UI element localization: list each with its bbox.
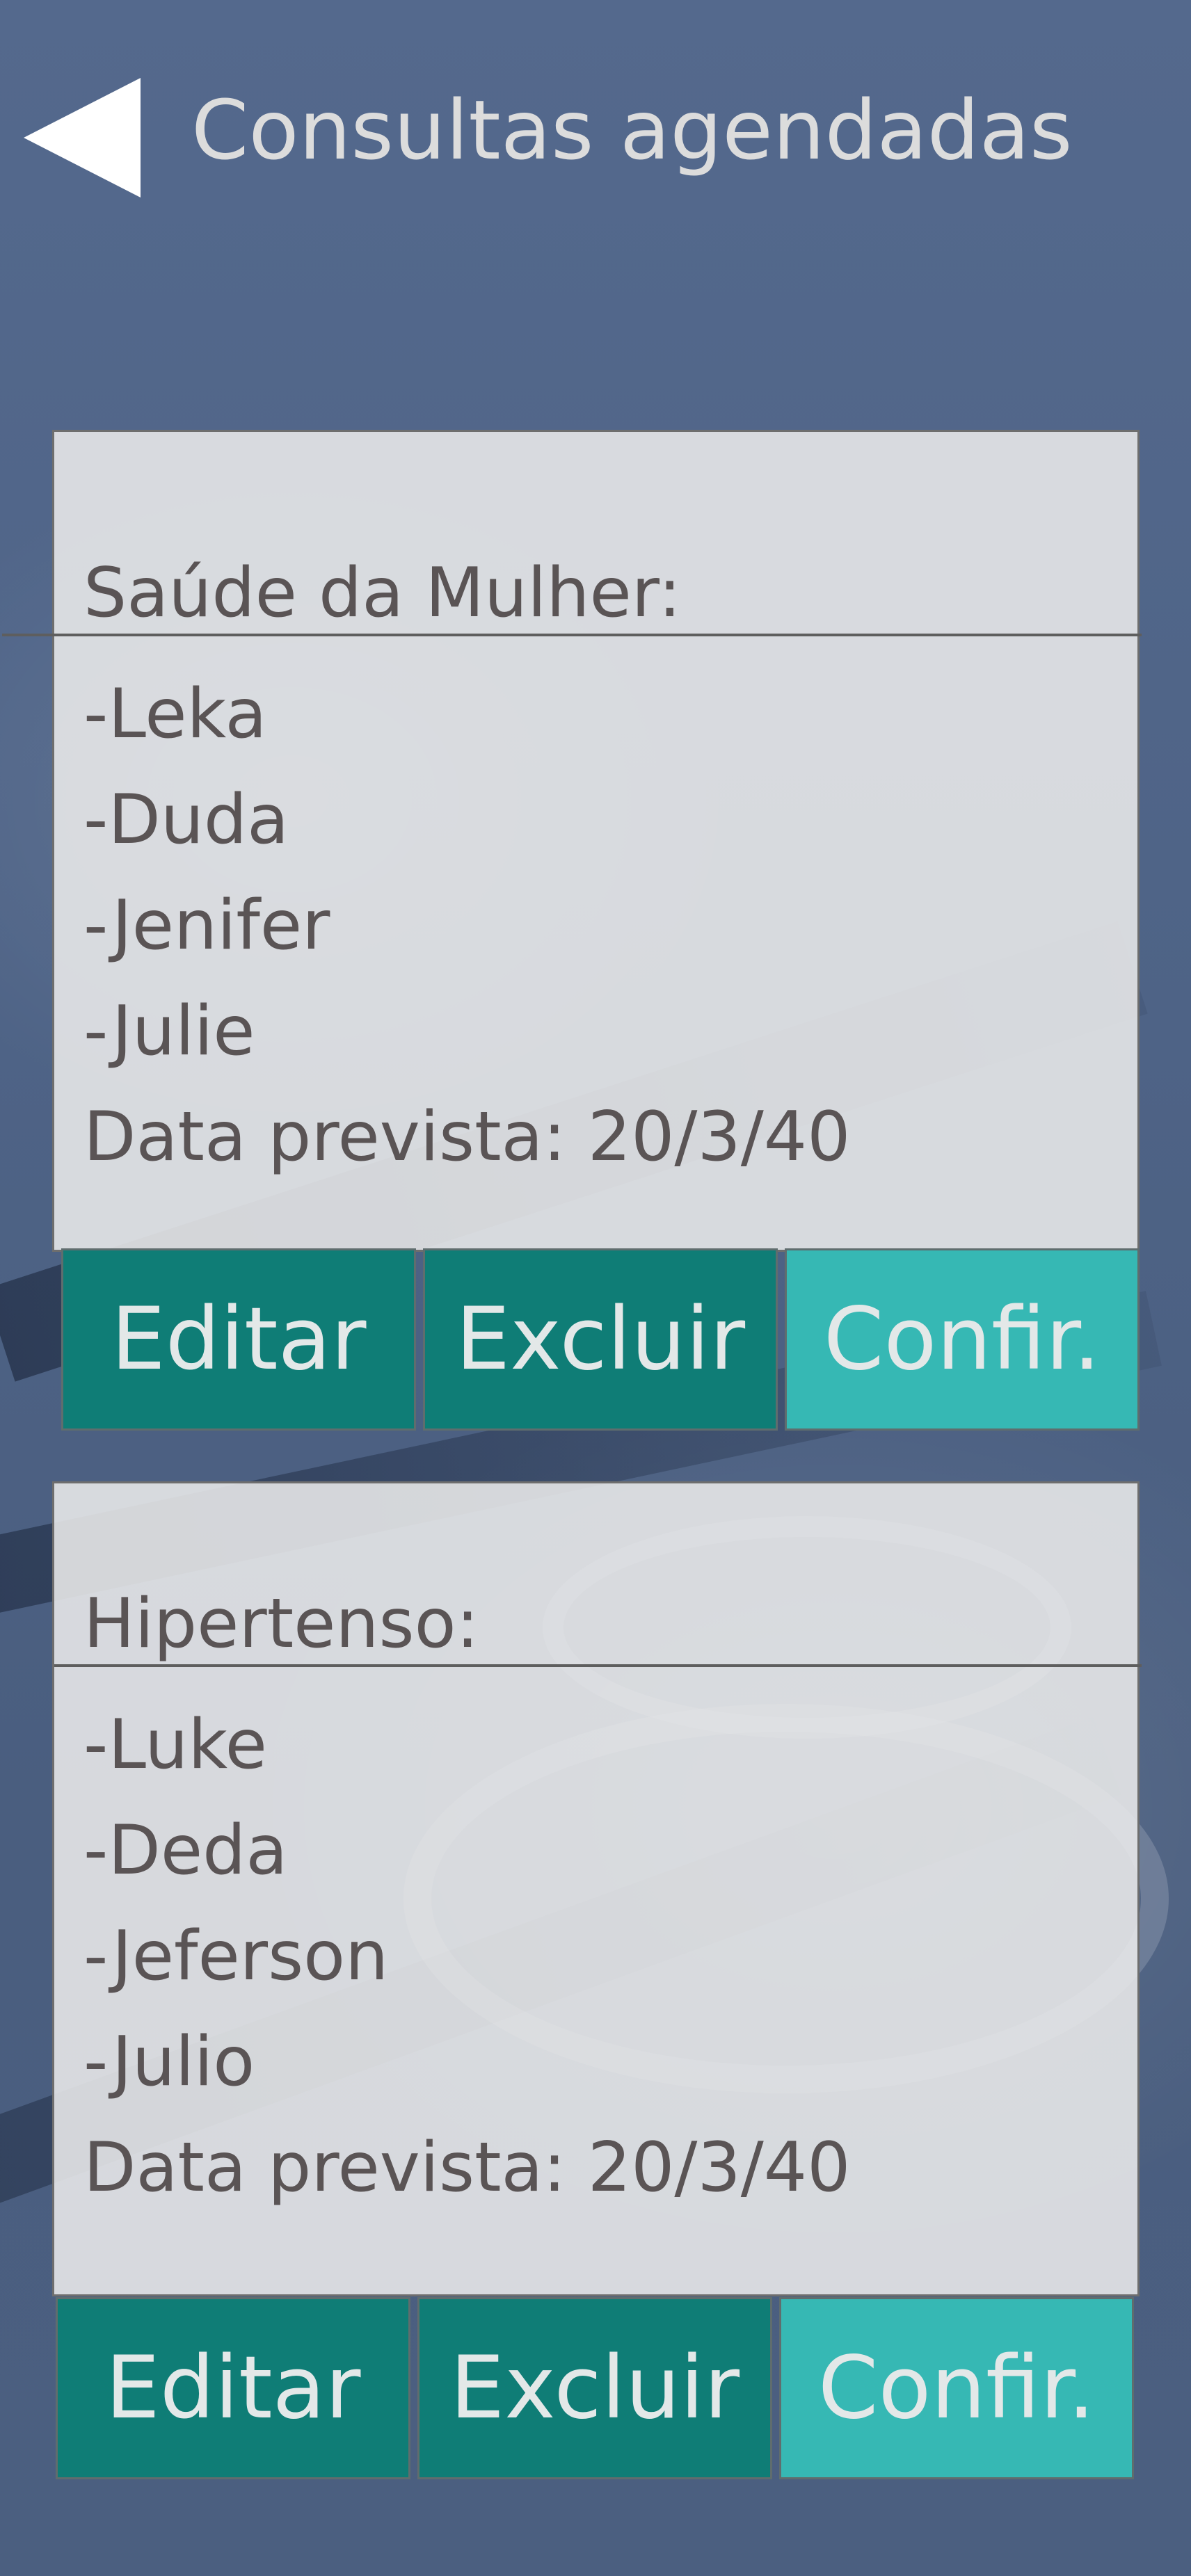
- confirm-button[interactable]: Confir.: [785, 1248, 1140, 1431]
- group-title: Saúde da Mulher:: [83, 554, 682, 633]
- patient-item: -Julie: [83, 992, 255, 1071]
- date-label: Data prevista:: [83, 2128, 588, 2207]
- back-button[interactable]: [21, 75, 146, 200]
- date-value: 20/3/40: [587, 1097, 851, 1177]
- scheduled-date: Data prevista: 20/3/40: [83, 2115, 851, 2221]
- delete-button[interactable]: Excluir: [423, 1248, 778, 1431]
- patient-item: -Duda: [83, 780, 289, 860]
- patient-item: -Julio: [83, 2022, 255, 2102]
- patient-item: -Leka: [83, 675, 267, 754]
- divider: [2, 634, 1142, 636]
- patient-list: -Leka -Duda -Jenifer -Julie Data previst…: [83, 661, 851, 1190]
- edit-button[interactable]: Editar: [61, 1248, 416, 1431]
- appointment-card: Saúde da Mulher: -Leka -Duda -Jenifer -J…: [2, 430, 1142, 1252]
- patient-item: -Jenifer: [83, 886, 330, 965]
- scheduled-date: Data prevista: 20/3/40: [83, 1084, 851, 1190]
- app-header: Consultas agendadas: [0, 0, 1191, 278]
- group-title: Hipertenso:: [83, 1584, 479, 1664]
- appointment-card: Hipertenso: -Luke -Deda -Jeferson -Julio…: [52, 1481, 1142, 2296]
- delete-button[interactable]: Excluir: [417, 2297, 772, 2479]
- patient-item: -Luke: [83, 1705, 267, 1785]
- date-label: Data prevista:: [83, 1097, 588, 1177]
- edit-button[interactable]: Editar: [56, 2297, 410, 2479]
- patient-item: -Jeferson: [83, 1917, 389, 1996]
- divider: [54, 1664, 1142, 1667]
- page-title: Consultas agendadas: [191, 82, 1073, 178]
- patient-list: -Luke -Deda -Jeferson -Julio Data previs…: [83, 1692, 851, 2221]
- date-value: 20/3/40: [587, 2128, 851, 2207]
- patient-item: -Deda: [83, 1811, 288, 1890]
- back-arrow-icon: [24, 78, 141, 198]
- confirm-button[interactable]: Confir.: [779, 2297, 1134, 2479]
